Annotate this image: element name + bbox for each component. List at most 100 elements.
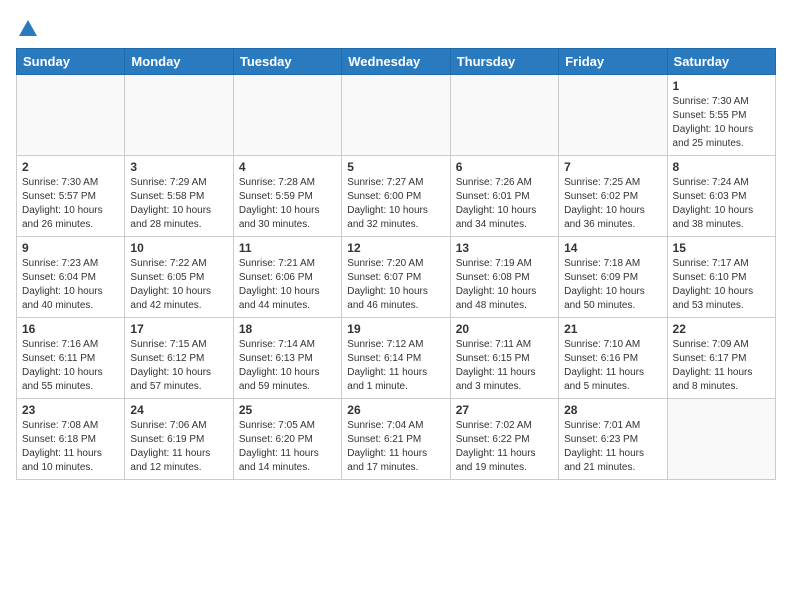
calendar-week-row: 16Sunrise: 7:16 AM Sunset: 6:11 PM Dayli… [17,318,776,399]
calendar-cell: 12 Sunrise: 7:20 AM Sunset: 6:07 PM Dayli… [342,237,450,318]
day-number: 28 [564,403,661,417]
calendar-cell: 20 Sunrise: 7:11 AM Sunset: 6:15 PM Dayli… [450,318,558,399]
calendar-cell: 9 Sunrise: 7:23 AM Sunset: 6:04 PM Daylig… [17,237,125,318]
day-of-week-header: Monday [125,49,233,75]
day-number: 5 [347,160,444,174]
day-info: Sunrise: 7:21 AM Sunset: 6:06 PM Dayligh… [239,257,336,313]
day-number: 19 [347,322,444,336]
day-number: 4 [239,160,336,174]
calendar-cell [667,399,775,480]
day-number: 3 [130,160,227,174]
day-of-week-header: Saturday [667,49,775,75]
calendar-cell: 10 Sunrise: 7:22 AM Sunset: 6:05 PM Dayli… [125,237,233,318]
calendar-week-row: 23Sunrise: 7:08 AM Sunset: 6:18 PM Dayli… [17,399,776,480]
calendar-cell: 14 Sunrise: 7:18 AM Sunset: 6:09 PM Dayli… [559,237,667,318]
day-info: Sunrise: 7:22 AM Sunset: 6:05 PM Dayligh… [130,257,227,313]
day-of-week-header: Wednesday [342,49,450,75]
calendar-cell: 18Sunrise: 7:14 AM Sunset: 6:13 PM Dayli… [233,318,341,399]
day-info: Sunrise: 7:02 AM Sunset: 6:22 PM Dayligh… [456,419,553,475]
day-number: 25 [239,403,336,417]
day-info: Sunrise: 7:15 AM Sunset: 6:12 PM Dayligh… [130,338,227,394]
day-number: 6 [456,160,553,174]
day-number: 26 [347,403,444,417]
calendar-cell: 22Sunrise: 7:09 AM Sunset: 6:17 PM Dayli… [667,318,775,399]
calendar-cell: 26Sunrise: 7:04 AM Sunset: 6:21 PM Dayli… [342,399,450,480]
calendar-cell: 28 Sunrise: 7:01 AM Sunset: 6:23 PM Dayli… [559,399,667,480]
day-number: 27 [456,403,553,417]
day-number: 12 [347,241,444,255]
calendar-cell: 21 Sunrise: 7:10 AM Sunset: 6:16 PM Dayli… [559,318,667,399]
day-info: Sunrise: 7:18 AM Sunset: 6:09 PM Dayligh… [564,257,661,313]
calendar-cell [559,75,667,156]
day-number: 9 [22,241,119,255]
day-info: Sunrise: 7:29 AM Sunset: 5:58 PM Dayligh… [130,176,227,232]
calendar-cell [233,75,341,156]
calendar-cell: 13 Sunrise: 7:19 AM Sunset: 6:08 PM Dayli… [450,237,558,318]
day-info: Sunrise: 7:27 AM Sunset: 6:00 PM Dayligh… [347,176,444,232]
day-number: 14 [564,241,661,255]
day-number: 1 [673,79,770,93]
calendar-header-row: SundayMondayTuesdayWednesdayThursdayFrid… [17,49,776,75]
day-info: Sunrise: 7:20 AM Sunset: 6:07 PM Dayligh… [347,257,444,313]
day-info: Sunrise: 7:09 AM Sunset: 6:17 PM Dayligh… [673,338,770,394]
day-of-week-header: Tuesday [233,49,341,75]
calendar-cell: 19 Sunrise: 7:12 AM Sunset: 6:14 PM Dayli… [342,318,450,399]
day-info: Sunrise: 7:17 AM Sunset: 6:10 PM Dayligh… [673,257,770,313]
day-number: 10 [130,241,227,255]
day-info: Sunrise: 7:19 AM Sunset: 6:08 PM Dayligh… [456,257,553,313]
logo-icon [17,18,39,40]
day-number: 8 [673,160,770,174]
calendar-cell: 6Sunrise: 7:26 AM Sunset: 6:01 PM Daylig… [450,156,558,237]
logo [16,16,39,38]
calendar-cell: 5 Sunrise: 7:27 AM Sunset: 6:00 PM Daylig… [342,156,450,237]
calendar-cell: 16Sunrise: 7:16 AM Sunset: 6:11 PM Dayli… [17,318,125,399]
calendar-cell: 27 Sunrise: 7:02 AM Sunset: 6:22 PM Dayli… [450,399,558,480]
day-of-week-header: Sunday [17,49,125,75]
calendar-cell [450,75,558,156]
day-number: 16 [22,322,119,336]
day-of-week-header: Friday [559,49,667,75]
calendar-cell: 11Sunrise: 7:21 AM Sunset: 6:06 PM Dayli… [233,237,341,318]
calendar-week-row: 9 Sunrise: 7:23 AM Sunset: 6:04 PM Daylig… [17,237,776,318]
calendar-cell [17,75,125,156]
day-of-week-header: Thursday [450,49,558,75]
day-number: 21 [564,322,661,336]
calendar-cell: 1 Sunrise: 7:30 AM Sunset: 5:55 PM Daylig… [667,75,775,156]
calendar-cell [125,75,233,156]
calendar-cell: 2 Sunrise: 7:30 AM Sunset: 5:57 PM Daylig… [17,156,125,237]
day-info: Sunrise: 7:12 AM Sunset: 6:14 PM Dayligh… [347,338,444,394]
day-number: 24 [130,403,227,417]
calendar-cell: 7Sunrise: 7:25 AM Sunset: 6:02 PM Daylig… [559,156,667,237]
day-number: 23 [22,403,119,417]
calendar-week-row: 2 Sunrise: 7:30 AM Sunset: 5:57 PM Daylig… [17,156,776,237]
day-number: 17 [130,322,227,336]
calendar-cell: 4 Sunrise: 7:28 AM Sunset: 5:59 PM Daylig… [233,156,341,237]
calendar-week-row: 1 Sunrise: 7:30 AM Sunset: 5:55 PM Daylig… [17,75,776,156]
calendar-cell: 23Sunrise: 7:08 AM Sunset: 6:18 PM Dayli… [17,399,125,480]
day-number: 2 [22,160,119,174]
calendar-cell: 8 Sunrise: 7:24 AM Sunset: 6:03 PM Daylig… [667,156,775,237]
page-header [16,16,776,38]
day-info: Sunrise: 7:06 AM Sunset: 6:19 PM Dayligh… [130,419,227,475]
day-info: Sunrise: 7:28 AM Sunset: 5:59 PM Dayligh… [239,176,336,232]
day-info: Sunrise: 7:11 AM Sunset: 6:15 PM Dayligh… [456,338,553,394]
day-info: Sunrise: 7:10 AM Sunset: 6:16 PM Dayligh… [564,338,661,394]
day-number: 20 [456,322,553,336]
day-info: Sunrise: 7:30 AM Sunset: 5:55 PM Dayligh… [673,95,770,151]
day-info: Sunrise: 7:14 AM Sunset: 6:13 PM Dayligh… [239,338,336,394]
day-info: Sunrise: 7:01 AM Sunset: 6:23 PM Dayligh… [564,419,661,475]
logo-text [16,16,39,40]
day-info: Sunrise: 7:23 AM Sunset: 6:04 PM Dayligh… [22,257,119,313]
calendar-cell: 24 Sunrise: 7:06 AM Sunset: 6:19 PM Dayli… [125,399,233,480]
day-info: Sunrise: 7:24 AM Sunset: 6:03 PM Dayligh… [673,176,770,232]
day-info: Sunrise: 7:05 AM Sunset: 6:20 PM Dayligh… [239,419,336,475]
day-number: 13 [456,241,553,255]
calendar-cell: 25 Sunrise: 7:05 AM Sunset: 6:20 PM Dayli… [233,399,341,480]
calendar-table: SundayMondayTuesdayWednesdayThursdayFrid… [16,48,776,480]
calendar-cell: 3 Sunrise: 7:29 AM Sunset: 5:58 PM Daylig… [125,156,233,237]
day-info: Sunrise: 7:30 AM Sunset: 5:57 PM Dayligh… [22,176,119,232]
calendar-cell [342,75,450,156]
calendar-cell: 17 Sunrise: 7:15 AM Sunset: 6:12 PM Dayli… [125,318,233,399]
calendar-cell: 15 Sunrise: 7:17 AM Sunset: 6:10 PM Dayli… [667,237,775,318]
day-number: 15 [673,241,770,255]
